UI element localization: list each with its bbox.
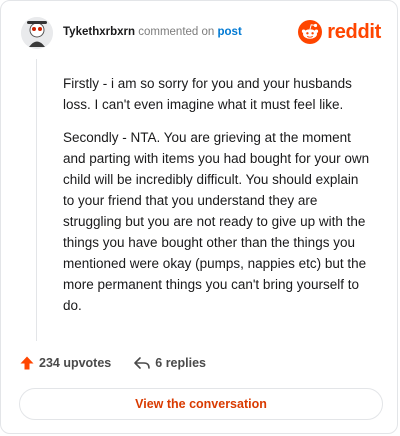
- reply-icon: [134, 357, 151, 369]
- user-avatar[interactable]: [21, 17, 53, 49]
- username-link[interactable]: Tykethxrbxrn: [63, 26, 135, 38]
- reddit-logo[interactable]: reddit: [298, 19, 381, 45]
- action-text: commented on: [138, 26, 215, 38]
- upvote-arrow-icon: [20, 356, 34, 370]
- comment-actions: 234 upvotes 6 replies: [19, 353, 228, 373]
- reply-count: 6 replies: [155, 356, 206, 370]
- reddit-snoo-icon: [298, 20, 323, 44]
- reddit-wordmark: reddit: [327, 20, 381, 43]
- post-link[interactable]: post: [218, 26, 242, 38]
- comment-meta: Tykethxrbxrn commented on post: [63, 26, 242, 38]
- comment-body: Firstly - i am so sorry for you and your…: [63, 73, 371, 328]
- replies-button[interactable]: 6 replies: [133, 355, 206, 371]
- upvote-count: 234 upvotes: [39, 356, 112, 370]
- comment-header: Tykethxrbxrn commented on post reddit: [21, 17, 381, 53]
- comment-paragraph: Secondly - NTA. You are grieving at the …: [63, 130, 370, 313]
- comment-card: Tykethxrbxrn commented on post reddit Fi…: [0, 0, 398, 434]
- view-conversation-button[interactable]: View the conversation: [19, 388, 383, 420]
- thread-line: [36, 59, 37, 341]
- avatar-icon: [21, 17, 53, 49]
- upvote-button[interactable]: 234 upvotes: [19, 355, 111, 371]
- comment-paragraph: Firstly - i am so sorry for you and your…: [63, 76, 352, 112]
